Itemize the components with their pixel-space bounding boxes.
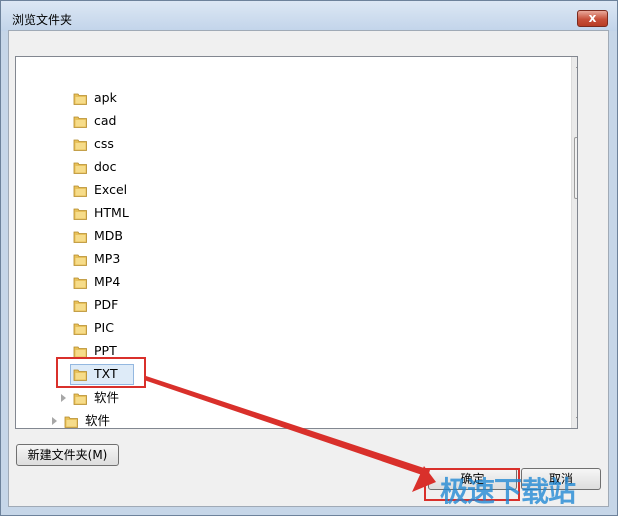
arrow-shaft	[144, 376, 430, 477]
watermark-text: 极速下载站	[440, 475, 576, 508]
annotation-arrow	[144, 376, 436, 492]
highlight-box-txt	[56, 357, 146, 388]
